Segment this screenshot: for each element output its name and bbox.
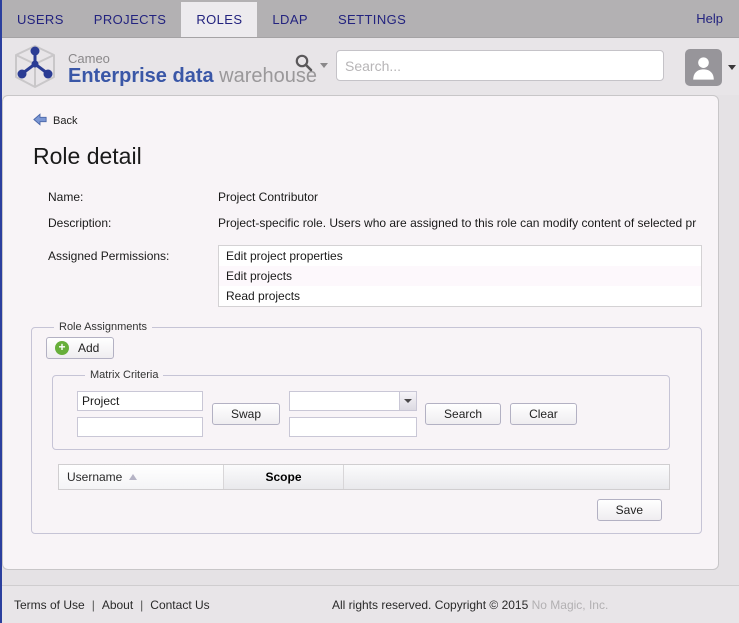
search-input[interactable]	[336, 50, 664, 81]
row-filter-input[interactable]	[77, 417, 203, 437]
swap-wrap: Swap	[212, 403, 280, 425]
matrix-criteria-fieldset: Matrix Criteria Swap	[52, 369, 670, 450]
matrix-buttons: Search Clear	[425, 403, 577, 425]
description-row: Description: Project-specific role. User…	[48, 216, 718, 230]
matrix-criteria-legend: Matrix Criteria	[85, 369, 163, 381]
back-arrow-icon	[33, 113, 47, 129]
page-title: Role detail	[33, 143, 718, 170]
description-label: Description:	[48, 216, 218, 230]
footer-links: Terms of Use | About | Contact Us	[14, 598, 210, 612]
chevron-down-icon	[404, 399, 412, 403]
footer-separator: |	[92, 598, 95, 612]
search-icon[interactable]	[294, 53, 314, 78]
tab-settings[interactable]: SETTINGS	[323, 2, 421, 37]
add-button[interactable]: + Add	[46, 337, 114, 359]
column-header-username[interactable]: Username	[59, 465, 224, 489]
company-name: No Magic, Inc.	[532, 598, 609, 612]
tab-users[interactable]: USERS	[2, 2, 79, 37]
column-header-scope[interactable]: Scope	[224, 465, 344, 489]
contact-us-link[interactable]: Contact Us	[150, 598, 209, 612]
person-icon	[689, 53, 718, 82]
role-detail-panel: Back Role detail Name: Project Contribut…	[2, 95, 719, 570]
logo-text: Cameo Enterprise data warehouse	[68, 52, 317, 87]
name-value: Project Contributor	[218, 190, 718, 204]
about-link[interactable]: About	[102, 598, 133, 612]
search-button[interactable]: Search	[425, 403, 501, 425]
row-type-input[interactable]	[77, 391, 203, 411]
permissions-row: Assigned Permissions: Edit project prope…	[48, 249, 718, 307]
logo-line1: Cameo	[68, 52, 317, 66]
tab-projects[interactable]: PROJECTS	[79, 2, 182, 37]
back-link[interactable]: Back	[33, 113, 718, 129]
name-label: Name:	[48, 190, 218, 204]
matrix-right-column	[289, 391, 417, 437]
search-scope-chevron-icon[interactable]	[320, 63, 328, 68]
tab-roles[interactable]: ROLES	[181, 2, 257, 37]
save-row: Save	[46, 499, 662, 521]
footer-separator: |	[140, 598, 143, 612]
permission-item[interactable]: Edit projects	[219, 266, 701, 286]
scope-header-label: Scope	[265, 470, 301, 484]
role-assignments-legend: Role Assignments	[54, 321, 152, 333]
username-header-label: Username	[67, 470, 122, 484]
description-value: Project-specific role. Users who are ass…	[218, 216, 718, 230]
plus-icon: +	[55, 341, 69, 355]
permission-item[interactable]: Edit project properties	[219, 246, 701, 266]
swap-button[interactable]: Swap	[212, 403, 280, 425]
app-header: Cameo Enterprise data warehouse	[2, 38, 739, 95]
matrix-left-column	[77, 391, 203, 437]
terms-of-use-link[interactable]: Terms of Use	[14, 598, 85, 612]
copyright-main: All rights reserved. Copyright © 2015	[332, 598, 532, 612]
top-nav: USERS PROJECTS ROLES LDAP SETTINGS Help	[2, 0, 739, 38]
app-logo: Cameo Enterprise data warehouse	[10, 41, 317, 98]
column-header-empty	[344, 465, 669, 489]
matrix-criteria-grid: Swap Search Clear	[77, 391, 659, 437]
permissions-list: Edit project properties Edit projects Re…	[218, 245, 702, 307]
main-area: Back Role detail Name: Project Contribut…	[2, 95, 739, 585]
name-row: Name: Project Contributor	[48, 190, 718, 204]
tab-ldap[interactable]: LDAP	[257, 2, 323, 37]
sort-asc-icon	[129, 474, 137, 480]
user-menu[interactable]	[685, 49, 736, 86]
column-type-select[interactable]	[289, 391, 417, 411]
save-button[interactable]: Save	[597, 499, 662, 521]
logo-cube-icon	[10, 41, 60, 98]
logo-strong-text: Enterprise data	[68, 65, 214, 87]
footer: Terms of Use | About | Contact Us All ri…	[2, 585, 739, 623]
back-label: Back	[53, 115, 77, 127]
clear-button[interactable]: Clear	[510, 403, 577, 425]
search-group	[294, 50, 664, 81]
avatar[interactable]	[685, 49, 722, 86]
permission-item[interactable]: Read projects	[219, 286, 701, 306]
column-filter-input[interactable]	[289, 417, 417, 437]
assignments-table-header: Username Scope	[58, 464, 670, 490]
add-button-label: Add	[78, 341, 99, 355]
user-menu-chevron-icon[interactable]	[728, 65, 736, 70]
select-arrow-button[interactable]	[399, 392, 416, 410]
logo-line2: Enterprise data warehouse	[68, 66, 317, 87]
copyright-text: All rights reserved. Copyright © 2015 No…	[332, 598, 608, 612]
help-link[interactable]: Help	[696, 0, 723, 37]
role-assignments-fieldset: Role Assignments + Add Matrix Criteria S…	[31, 321, 702, 534]
permissions-label: Assigned Permissions:	[48, 249, 218, 263]
